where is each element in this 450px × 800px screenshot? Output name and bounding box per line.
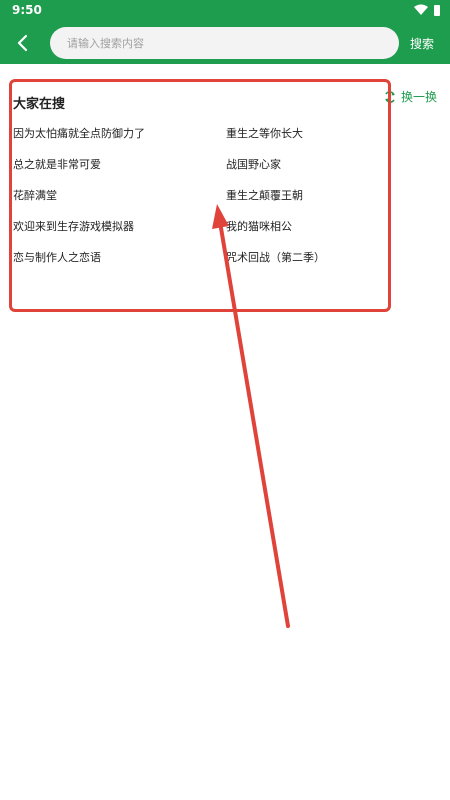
battery-icon: [434, 4, 440, 16]
hot-search-item[interactable]: 战国野心家: [226, 156, 281, 172]
wifi-icon: [414, 4, 428, 15]
hot-search-item[interactable]: 因为太怕痛就全点防御力了: [13, 125, 145, 141]
hot-search-item[interactable]: 咒术回战（第二季）: [226, 249, 325, 265]
status-icons: [414, 4, 440, 16]
hot-search-item[interactable]: 恋与制作人之恋语: [13, 249, 101, 265]
section-title: 大家在搜: [13, 97, 66, 112]
hot-search-panel: 大家在搜 换一换 因为太怕痛就全点防御力了 重生之等你长大 总之就是非常可爱 战…: [0, 64, 450, 324]
refresh-button[interactable]: 换一换: [383, 88, 437, 105]
hot-search-item[interactable]: 欢迎来到生存游戏模拟器: [13, 218, 134, 234]
status-bar: 9:50: [0, 0, 450, 22]
refresh-label: 换一换: [401, 90, 438, 104]
hot-search-item[interactable]: 我的猫咪相公: [226, 218, 292, 234]
search-input[interactable]: [50, 27, 399, 59]
hot-search-item[interactable]: 花醉满堂: [13, 187, 57, 203]
hot-search-item[interactable]: 总之就是非常可爱: [13, 156, 101, 172]
toolbar: 搜索: [0, 22, 450, 64]
hot-search-item[interactable]: 重生之等你长大: [226, 125, 303, 141]
back-arrow-icon: [17, 34, 28, 52]
refresh-icon: [385, 90, 395, 103]
status-time: 9:50: [12, 3, 42, 17]
hot-search-item[interactable]: 重生之颠覆王朝: [226, 187, 303, 203]
back-button[interactable]: [8, 28, 36, 58]
search-button[interactable]: 搜索: [410, 35, 434, 52]
